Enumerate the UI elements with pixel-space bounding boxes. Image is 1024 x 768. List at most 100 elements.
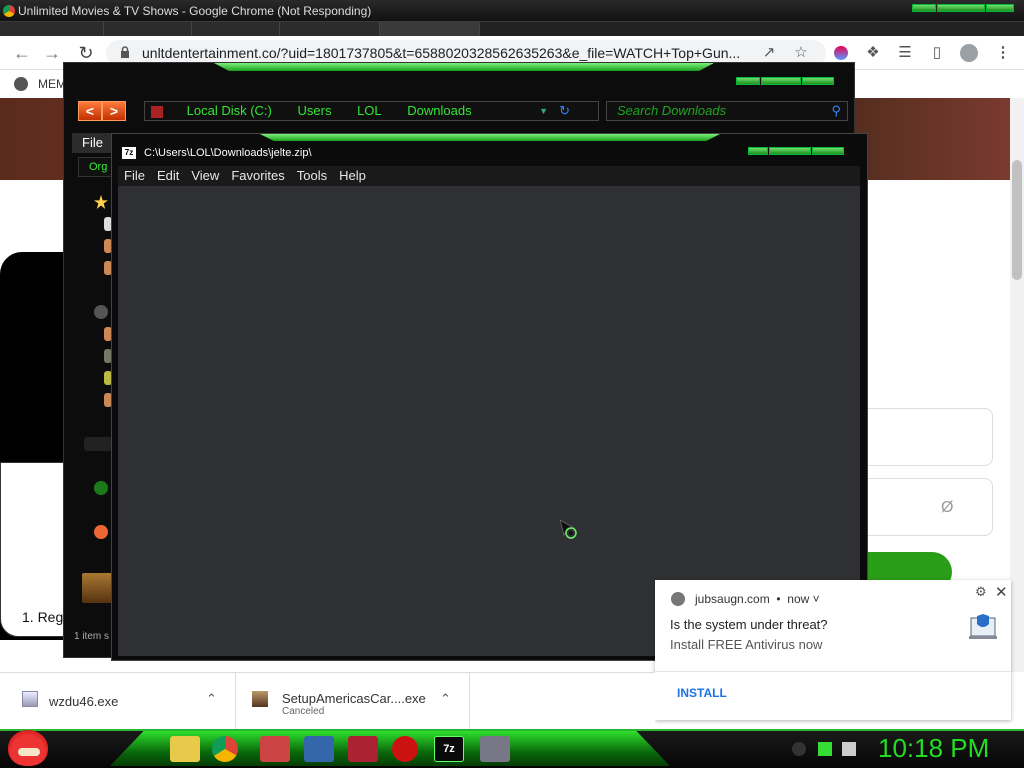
breadcrumb-item[interactable]: Downloads (407, 103, 471, 118)
window-title: Unlimited Movies & TV Shows - Google Chr… (18, 4, 372, 18)
chrome-logo-icon (3, 5, 15, 17)
minimize-button[interactable] (912, 4, 936, 12)
details-thumbnail (82, 573, 112, 603)
close-icon[interactable]: ✕ (995, 583, 1008, 601)
breadcrumb-item[interactable]: Users (298, 103, 332, 118)
close-button[interactable] (812, 147, 844, 155)
explorer-window-controls[interactable] (736, 77, 834, 91)
drive-icon (151, 105, 163, 118)
homegroup-icon[interactable] (94, 525, 108, 539)
search-placeholder: Search Downloads (617, 103, 727, 118)
install-button[interactable]: INSTALL (677, 686, 727, 700)
close-x-taskbar-icon[interactable] (392, 736, 418, 762)
download-status: Canceled (282, 706, 325, 717)
close-button[interactable] (802, 77, 834, 85)
star-icon[interactable]: ☆ (792, 44, 810, 62)
gear-icon[interactable]: ⚙ (975, 584, 987, 600)
tab[interactable] (192, 22, 280, 36)
zip-window-controls[interactable] (748, 147, 844, 161)
extensions-puzzle-icon[interactable]: ❖ (864, 44, 882, 62)
side-panel-icon[interactable]: ▯ (928, 44, 946, 62)
breadcrumb-item[interactable]: LOL (357, 103, 382, 118)
start-button[interactable] (8, 730, 48, 766)
notification-title: Is the system under threat? (670, 617, 828, 632)
download-shelf: wzdu46.exe ⌃ SetupAmericasCar....exe Can… (0, 672, 655, 730)
breadcrumb-item[interactable]: Local Disk (C:) (187, 103, 272, 118)
notification-site-name: jubsaugn.com (695, 592, 770, 606)
app-taskbar-icon[interactable] (260, 736, 290, 762)
exe-file-icon (252, 691, 268, 707)
antivirus-taskbar-icon[interactable] (348, 736, 378, 762)
notification-site: jubsaugn.com • now ˅ (695, 592, 820, 606)
minimize-button[interactable] (748, 147, 768, 155)
chrome-notification[interactable]: jubsaugn.com • now ˅ ⚙ ✕ Is the system u… (655, 580, 1011, 720)
refresh-icon[interactable]: ↻ (559, 102, 570, 120)
zip-window-title: C:\Users\LOL\Downloads\jelte.zip\ (144, 147, 312, 159)
7zip-taskbar-icon[interactable]: 7z (434, 736, 464, 762)
busy-cursor-icon (559, 519, 577, 539)
favorites-star-icon[interactable] (94, 195, 108, 209)
search-icon[interactable]: ⚲ (831, 102, 841, 120)
menu-kebab-icon[interactable]: ⋮ (994, 44, 1012, 62)
shield-taskbar-icon[interactable] (304, 736, 334, 762)
tab-active[interactable] (380, 22, 480, 36)
extension-icon[interactable] (834, 46, 848, 60)
close-button[interactable] (986, 4, 1014, 12)
reload-icon[interactable]: ↻ (76, 43, 96, 63)
forward-icon[interactable]: → (42, 43, 62, 63)
download-filename: SetupAmericasCar....exe (282, 691, 426, 706)
profile-avatar[interactable] (960, 44, 978, 62)
chevron-up-icon[interactable]: ⌃ (206, 691, 217, 707)
tab[interactable] (280, 22, 380, 36)
notification-body: Install FREE Antivirus now (670, 637, 823, 652)
menu-view[interactable]: View (185, 166, 225, 186)
maximize-button[interactable] (937, 4, 985, 12)
share-icon[interactable]: ↗ (760, 44, 778, 62)
explorer-address-bar[interactable]: Local Disk (C:) Users LOL Downloads ▼ ↻ (144, 101, 599, 121)
tab[interactable] (0, 22, 104, 36)
page-list-item[interactable]: 1. Reg (22, 609, 63, 625)
hide-password-icon[interactable]: Ø (941, 499, 953, 517)
tab[interactable] (104, 22, 192, 36)
tray-arrow-icon[interactable] (792, 742, 806, 756)
menu-tools[interactable]: Tools (291, 166, 333, 186)
menu-edit[interactable]: Edit (151, 166, 185, 186)
window-controls[interactable] (912, 4, 1014, 18)
back-icon[interactable]: ← (12, 43, 32, 63)
window-taskbar-icon[interactable] (480, 736, 510, 762)
minimize-button[interactable] (736, 77, 760, 85)
volume-icon[interactable] (842, 742, 856, 756)
dropdown-icon[interactable]: ▼ (539, 102, 548, 120)
download-item[interactable]: wzdu46.exe ⌃ (0, 673, 236, 730)
computer-icon[interactable] (84, 437, 112, 451)
media-queue-icon[interactable]: ☰ (896, 44, 914, 62)
explorer-taskbar-icon[interactable] (170, 736, 200, 762)
scrollbar-thumb[interactable] (1012, 160, 1022, 280)
bookmark-item[interactable]: MEM (38, 77, 66, 91)
zip-title-bar: 7z C:\Users\LOL\Downloads\jelte.zip\ (122, 146, 312, 160)
exe-file-icon (22, 691, 38, 707)
menu-help[interactable]: Help (333, 166, 372, 186)
taskbar-clock[interactable]: 10:18 PM (878, 733, 989, 764)
chrome-taskbar-icon[interactable] (212, 736, 238, 762)
explorer-nav-bar: < > Local Disk (C:) Users LOL Downloads … (78, 101, 848, 123)
antivirus-shield-icon (969, 614, 997, 639)
chrome-title-bar: Unlimited Movies & TV Shows - Google Chr… (0, 0, 1024, 22)
explorer-file-menu[interactable]: File (72, 133, 112, 153)
chevron-up-icon[interactable]: ⌃ (440, 691, 451, 707)
expand-chevron-icon[interactable]: ˅ (813, 592, 820, 606)
7zip-app-icon: 7z (122, 147, 136, 160)
tab-strip (0, 22, 1024, 36)
maximize-button[interactable] (761, 77, 801, 85)
forward-arrow-icon[interactable]: > (102, 101, 126, 121)
network-icon[interactable] (94, 481, 108, 495)
maximize-button[interactable] (769, 147, 811, 155)
bookmark-icon (14, 77, 28, 91)
explorer-search-input[interactable]: Search Downloads ⚲ (606, 101, 848, 121)
back-arrow-icon[interactable]: < (78, 101, 102, 121)
download-item[interactable]: SetupAmericasCar....exe Canceled ⌃ (236, 673, 470, 730)
menu-favorites[interactable]: Favorites (225, 166, 290, 186)
tray-network-icon[interactable] (818, 742, 832, 756)
libraries-icon[interactable] (94, 305, 108, 319)
menu-file[interactable]: File (118, 166, 151, 186)
